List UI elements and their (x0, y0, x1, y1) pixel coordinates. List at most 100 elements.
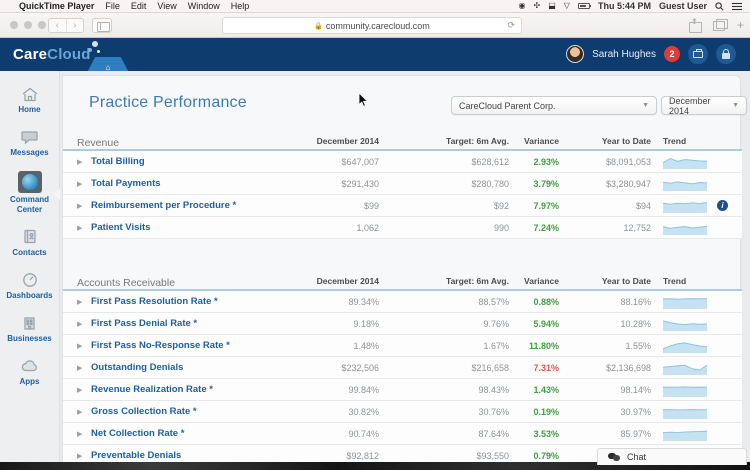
metric-label[interactable]: Outstanding Denials (91, 362, 291, 373)
sidebar-item-command-center[interactable]: Command Center (0, 171, 59, 213)
spotlight-search-icon[interactable] (715, 2, 724, 11)
address-bar[interactable]: 🔒 community.carecloud.com ⟳ (222, 17, 522, 34)
row-expand-arrow[interactable]: ▶ (77, 408, 91, 416)
mouse-cursor (358, 92, 369, 108)
column-header-ytd: Year to Date (559, 136, 651, 149)
current-value: $647,007 (291, 157, 379, 167)
metric-label[interactable]: Reimbursement per Procedure * (91, 200, 291, 211)
metric-label[interactable]: First Pass Resolution Rate * (91, 296, 291, 307)
info-icon[interactable]: i (717, 200, 728, 211)
row-expand-arrow[interactable]: ▶ (77, 158, 91, 166)
user-avatar[interactable] (566, 45, 584, 63)
table-row[interactable]: ▶ First Pass Resolution Rate * 89.34% 88… (63, 291, 742, 313)
metric-label[interactable]: Preventable Denials (91, 450, 291, 461)
menu-app-name[interactable]: QuickTime Player (19, 1, 94, 11)
table-row[interactable]: ▶ Patient Visits 1,062 990 7.24% 12,752 … (63, 217, 742, 239)
row-expand-arrow[interactable]: ▶ (77, 320, 91, 328)
metric-label[interactable]: Patient Visits (91, 222, 291, 233)
minimize-window-button[interactable] (24, 21, 32, 29)
row-expand-arrow[interactable]: ▶ (77, 202, 91, 210)
chat-widget[interactable]: Chat (597, 448, 747, 465)
wifi-icon[interactable]: ▽ (564, 2, 570, 10)
target-value: 87.64% (379, 429, 509, 439)
share-icon[interactable] (687, 18, 703, 32)
period-dropdown[interactable]: December 2014 ▼ (661, 96, 747, 115)
notification-badge[interactable]: 2 (664, 46, 680, 62)
current-value: $92,812 (291, 451, 379, 461)
trend-sparkline (663, 339, 707, 353)
ytd-value: 1.55% (559, 341, 651, 351)
row-expand-arrow[interactable]: ▶ (77, 342, 91, 350)
row-expand-arrow[interactable]: ▶ (77, 364, 91, 372)
table-row[interactable]: ▶ First Pass No-Response Rate * 1.48% 1.… (63, 335, 742, 357)
row-expand-arrow[interactable]: ▶ (77, 180, 91, 188)
zoom-window-button[interactable] (38, 21, 46, 29)
target-value: $93,550 (379, 451, 509, 461)
metric-label[interactable]: Net Collection Rate * (91, 428, 291, 439)
lock-session-button[interactable] (716, 44, 736, 64)
chat-label: Chat (627, 452, 646, 462)
column-header-target: Target: 6m Avg. (379, 136, 509, 149)
close-window-button[interactable] (10, 21, 18, 29)
carecloud-logo[interactable]: CareCloud (13, 46, 91, 63)
fan-status-icon[interactable]: ✣ (534, 2, 541, 10)
trend-sparkline (663, 155, 707, 169)
row-expand-arrow[interactable]: ▶ (77, 452, 91, 460)
business-dropdown[interactable]: CareCloud Parent Corp. ▼ (451, 96, 657, 115)
airplay-display-icon[interactable]: ⬓ (548, 2, 556, 10)
metric-label[interactable]: Total Payments (91, 178, 291, 189)
column-header-variance: Variance (509, 276, 559, 289)
table-row[interactable]: ▶ First Pass Denial Rate * 9.18% 9.76% 5… (63, 313, 742, 335)
page-title: Practice Performance (89, 94, 247, 112)
browser-back-button[interactable]: ‹ (49, 19, 67, 32)
metric-label[interactable]: Revenue Realization Rate * (91, 384, 291, 395)
row-expand-arrow[interactable]: ▶ (77, 298, 91, 306)
browser-forward-button[interactable]: › (67, 19, 84, 32)
row-expand-arrow[interactable]: ▶ (77, 386, 91, 394)
current-value: 9.18% (291, 319, 379, 329)
row-expand-arrow[interactable]: ▶ (77, 430, 91, 438)
metric-label[interactable]: First Pass No-Response Rate * (91, 340, 291, 351)
menu-view[interactable]: View (157, 1, 176, 11)
battery-icon[interactable] (578, 3, 590, 9)
metric-label[interactable]: Total Billing (91, 156, 291, 167)
browser-sidebar-button[interactable] (92, 18, 112, 33)
target-value: 990 (379, 223, 509, 233)
reload-icon[interactable]: ⟳ (507, 20, 515, 31)
menu-edit[interactable]: Edit (131, 1, 147, 11)
table-row[interactable]: ▶ Net Collection Rate * 90.74% 87.64% 3.… (63, 423, 742, 445)
trend-sparkline (663, 383, 707, 397)
metric-label[interactable]: First Pass Denial Rate * (91, 318, 291, 329)
accounts-receivable-table: Accounts Receivable December 2014 Target… (63, 271, 742, 462)
menu-file[interactable]: File (105, 1, 120, 11)
home-tab[interactable]: ⌂ (88, 57, 128, 71)
ytd-value: 88.16% (559, 297, 651, 307)
table-row[interactable]: ▶ Outstanding Denials $232,506 $216,658 … (63, 357, 742, 379)
apps-marketplace-button[interactable] (688, 44, 708, 64)
screen-recording-stop-icon[interactable]: ◉ (519, 2, 526, 10)
table-row[interactable]: ▶ Revenue Realization Rate * 99.84% 98.4… (63, 379, 742, 401)
user-name[interactable]: Sarah Hughes (592, 49, 656, 60)
table-row[interactable]: ▶ Total Billing $647,007 $628,612 2.93% … (63, 151, 742, 173)
table-row[interactable]: ▶ Gross Collection Rate * 30.82% 30.76% … (63, 401, 742, 423)
menu-window[interactable]: Window (188, 1, 220, 11)
notification-center-icon[interactable] (732, 2, 742, 11)
sidebar-item-businesses[interactable]: Businesses (0, 314, 59, 343)
sidebar-item-home[interactable]: Home (0, 85, 59, 114)
table-row[interactable]: ▶ Reimbursement per Procedure * $99 $92 … (63, 195, 742, 217)
row-expand-arrow[interactable]: ▶ (77, 224, 91, 232)
menu-help[interactable]: Help (231, 1, 250, 11)
trend-sparkline (663, 199, 707, 213)
tab-overview-icon[interactable] (712, 18, 728, 32)
new-tab-button[interactable]: + (737, 18, 744, 32)
home-icon (19, 85, 41, 103)
menu-clock[interactable]: Thu 5:44 PM (598, 1, 651, 11)
window-traffic-lights[interactable] (10, 21, 46, 29)
metric-label[interactable]: Gross Collection Rate * (91, 406, 291, 417)
sidebar-item-contacts[interactable]: Contacts (0, 228, 59, 257)
sidebar-item-messages[interactable]: Messages (0, 128, 59, 157)
table-row[interactable]: ▶ Total Payments $291,430 $280,780 3.79%… (63, 173, 742, 195)
sidebar-item-apps[interactable]: Apps (0, 357, 59, 386)
menu-user-name[interactable]: Guest User (659, 1, 707, 11)
sidebar-item-dashboards[interactable]: Dashboards (0, 271, 59, 300)
